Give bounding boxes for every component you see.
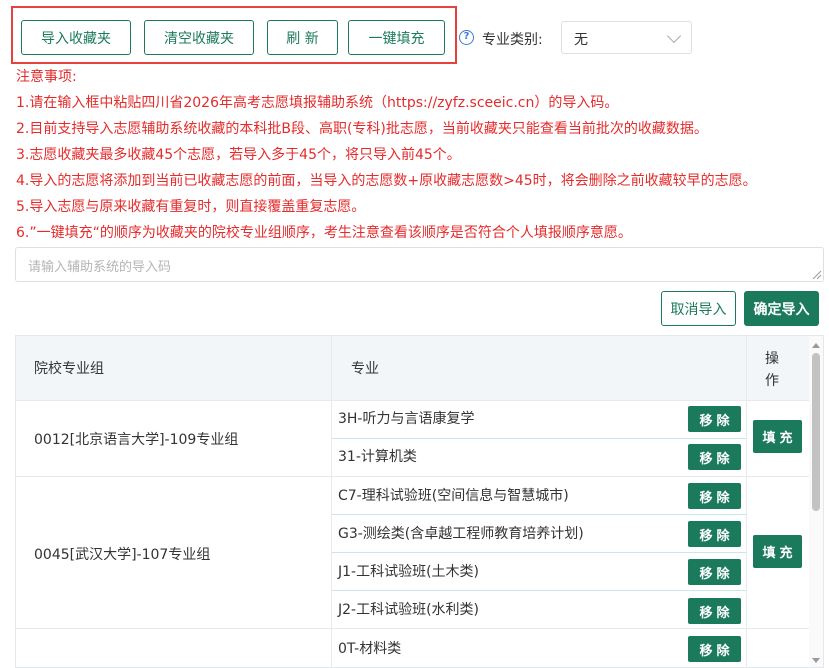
remove-button[interactable]: 移除: [688, 598, 741, 624]
remove-button[interactable]: 移除: [688, 406, 741, 432]
notice-item: 2.目前支持导入志愿辅助系统收藏的本科批B段、高职(专科)批志愿，当前收藏夹只能…: [16, 121, 708, 137]
group-name: 0045[武汉大学]-107专业组: [34, 547, 211, 563]
notice-item: 4.导入的志愿将添加到当前已收藏志愿的前面，当导入的志愿数+原收藏志愿数>45时…: [16, 173, 757, 189]
major-category-label: 专业类别:: [482, 32, 543, 48]
major-category-value: 无: [574, 32, 588, 48]
header-operation: 操作: [765, 351, 779, 389]
notice-title: 注意事项:: [16, 69, 77, 85]
resize-grip-icon[interactable]: [812, 270, 822, 280]
scroll-up-icon[interactable]: [812, 343, 820, 348]
major-name: 3H-听力与言语康复学: [338, 411, 475, 427]
refresh-button[interactable]: 刷 新: [267, 20, 338, 55]
major-name: J2-工科试验班(水利类): [338, 602, 480, 618]
major-name: 31-计算机类: [338, 449, 417, 465]
table-header-row: [16, 336, 809, 400]
notice-item: 5.导入志愿与原来收藏有重复时，则直接覆盖重复志愿。: [16, 199, 366, 215]
chevron-down-icon: [666, 28, 682, 44]
major-category-select[interactable]: 无: [561, 21, 692, 54]
favorites-table: 院校专业组 专业 操作 0012[北京语言大学]-109专业组 3H-听力与言语…: [15, 335, 824, 668]
clear-favorites-button[interactable]: 清空收藏夹: [144, 20, 254, 55]
import-favorites-button[interactable]: 导入收藏夹: [21, 20, 131, 55]
remove-button[interactable]: 移除: [688, 444, 741, 470]
notice-block: 注意事项: 1.请在输入框中粘贴四川省2026年高考志愿填报辅助系统（https…: [16, 64, 757, 246]
cancel-import-button[interactable]: 取消导入: [661, 291, 736, 326]
notice-item: 3.志愿收藏夹最多收藏45个志愿，若导入多于45个，将只导入前45个。: [16, 147, 461, 163]
import-code-input[interactable]: [15, 247, 824, 282]
header-group: 院校专业组: [34, 361, 104, 377]
notice-item: 6.”一键填充“的顺序为收藏夹的院校专业组顺序，考生注意查看该顺序是否符合个人填…: [16, 225, 632, 241]
remove-button[interactable]: 移除: [688, 521, 741, 547]
notice-item: 1.请在输入框中粘贴四川省2026年高考志愿填报辅助系统（https://zyf…: [16, 95, 619, 111]
remove-button[interactable]: 移除: [688, 636, 741, 662]
major-name: C7-理科试验班(空间信息与智慧城市): [338, 488, 569, 504]
fill-button[interactable]: 填充: [753, 535, 802, 568]
scrollbar-thumb[interactable]: [812, 353, 820, 511]
major-name: 0T-材料类: [338, 641, 402, 657]
fill-button[interactable]: 填充: [753, 420, 802, 453]
one-click-fill-button[interactable]: 一键填充: [348, 20, 445, 55]
scroll-down-icon[interactable]: [812, 658, 820, 663]
group-name: 0012[北京语言大学]-109专业组: [34, 432, 239, 448]
major-name: J1-工科试验班(土木类): [338, 564, 480, 580]
major-name: G3-测绘类(含卓越工程师教育培养计划): [338, 526, 584, 542]
confirm-import-button[interactable]: 确定导入: [744, 291, 819, 326]
help-icon[interactable]: ?: [459, 30, 474, 45]
remove-button[interactable]: 移除: [688, 559, 741, 585]
header-major: 专业: [351, 361, 379, 377]
remove-button[interactable]: 移除: [688, 483, 741, 509]
